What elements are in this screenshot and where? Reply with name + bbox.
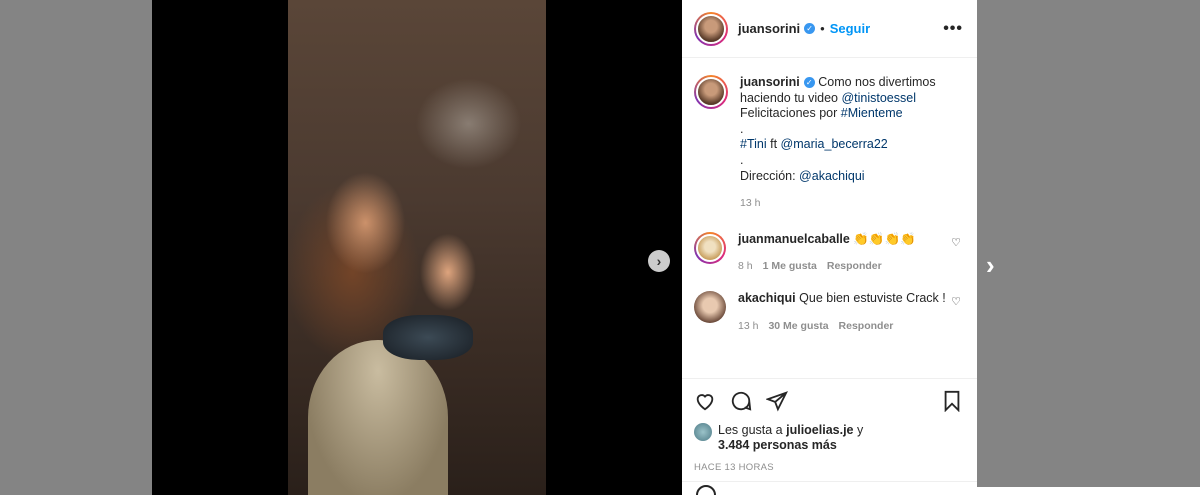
hashtag-link[interactable]: #Tini [740, 137, 767, 151]
bookmark-icon[interactable] [941, 390, 963, 412]
action-icons [694, 387, 963, 415]
chevron-right-icon[interactable]: › [986, 250, 995, 281]
comment-likes[interactable]: 30 Me gusta [768, 320, 828, 332]
comment-icon[interactable] [730, 390, 752, 412]
heart-icon[interactable]: ♡ [949, 236, 963, 275]
emoji-icon[interactable] [696, 485, 716, 495]
mention-link[interactable]: @tinistoessel [841, 91, 916, 105]
post-username[interactable]: juansorini [738, 21, 800, 36]
caption-text: Felicitaciones por [740, 106, 841, 121]
reply-button[interactable]: Responder [839, 320, 894, 332]
likes-summary: Les gusta a julioelias.je y 3.484 person… [694, 423, 963, 453]
post-timestamp[interactable]: HACE 13 HORAS [694, 462, 963, 473]
comment-username[interactable]: akachiqui [738, 291, 796, 305]
reply-button[interactable]: Responder [827, 260, 882, 272]
caption-dot: . [740, 152, 744, 167]
comment-time[interactable]: 13 h [738, 320, 758, 332]
mention-link[interactable]: @akachiqui [799, 169, 865, 183]
avatar[interactable] [694, 290, 726, 323]
photo-shirt [308, 340, 448, 495]
post-media: › [152, 0, 682, 495]
heart-icon[interactable]: ♡ [949, 295, 963, 334]
avatar[interactable] [694, 231, 726, 264]
comment-body: juanmanuelcaballe 👏👏👏👏 8 h 1 Me gusta Resp… [738, 232, 949, 275]
chevron-right-icon: › [656, 253, 662, 269]
share-icon[interactable] [766, 390, 788, 412]
comment-meta: 13 h 30 Me gusta Responder [738, 319, 949, 335]
comment-likes[interactable]: 1 Me gusta [763, 260, 817, 272]
likes-user[interactable]: julioelias.je [786, 423, 853, 437]
caption-time[interactable]: 13 h [740, 197, 760, 209]
post-photo [288, 0, 546, 495]
comments-list[interactable]: juansorini ✓ Como nos divertimos haciendo… [682, 59, 977, 373]
follow-button[interactable]: Seguir [830, 21, 870, 36]
avatar[interactable] [694, 11, 728, 46]
photo-scarf [383, 315, 473, 360]
comment-text: 👏👏👏👏 [853, 231, 916, 246]
caption-body: juansorini ✓ Como nos divertimos haciendo… [740, 75, 963, 212]
post-header: juansorini ✓ • Seguir ••• [682, 0, 977, 58]
avatar[interactable] [694, 75, 728, 109]
comment-body: akachiqui Que bien estuviste Crack ! 13 … [738, 291, 949, 334]
caption-username[interactable]: juansorini [740, 75, 800, 89]
likes-prefix: Les gusta a [718, 423, 787, 437]
hashtag-link[interactable]: #Mienteme [841, 106, 903, 120]
caption-text: ft [766, 137, 781, 152]
likes-suffix: y [853, 423, 864, 437]
comment-username[interactable]: juanmanuelcaballe [738, 232, 850, 246]
caption-text: Dirección: [740, 168, 800, 183]
caption-meta: 13 h [740, 196, 963, 212]
comment-meta: 8 h 1 Me gusta Responder [738, 259, 949, 275]
verified-icon: ✓ [804, 23, 816, 34]
footer-corner [918, 487, 1200, 495]
likes-text: Les gusta a julioelias.je y 3.484 person… [718, 423, 863, 453]
avatar[interactable] [694, 423, 712, 441]
likes-count[interactable]: 3.484 personas más [718, 438, 837, 452]
caption-dot: . [740, 121, 744, 136]
mention-link[interactable]: @maria_becerra22 [781, 137, 888, 151]
verified-icon: ✓ [803, 77, 815, 89]
post-actions: Les gusta a julioelias.je y 3.484 person… [682, 378, 977, 473]
more-icon[interactable]: ••• [943, 20, 963, 38]
carousel-next-button[interactable]: › [648, 250, 670, 272]
caption: juansorini ✓ Como nos divertimos haciendo… [682, 59, 977, 212]
heart-icon[interactable] [694, 390, 716, 412]
list-item: akachiqui Que bien estuviste Crack ! 13 … [682, 275, 977, 334]
list-item: juanmanuelcaballe 👏👏👏👏 8 h 1 Me gusta Resp… [682, 212, 977, 275]
comment-time[interactable]: 8 h [738, 260, 753, 272]
separator-dot: • [820, 21, 825, 36]
comment-text: Que bien estuviste Crack ! [799, 290, 946, 305]
post-modal: › juansorini ✓ • Seguir ••• juansorini ✓ … [152, 0, 977, 495]
post-side-panel: juansorini ✓ • Seguir ••• juansorini ✓ Co… [682, 0, 977, 495]
